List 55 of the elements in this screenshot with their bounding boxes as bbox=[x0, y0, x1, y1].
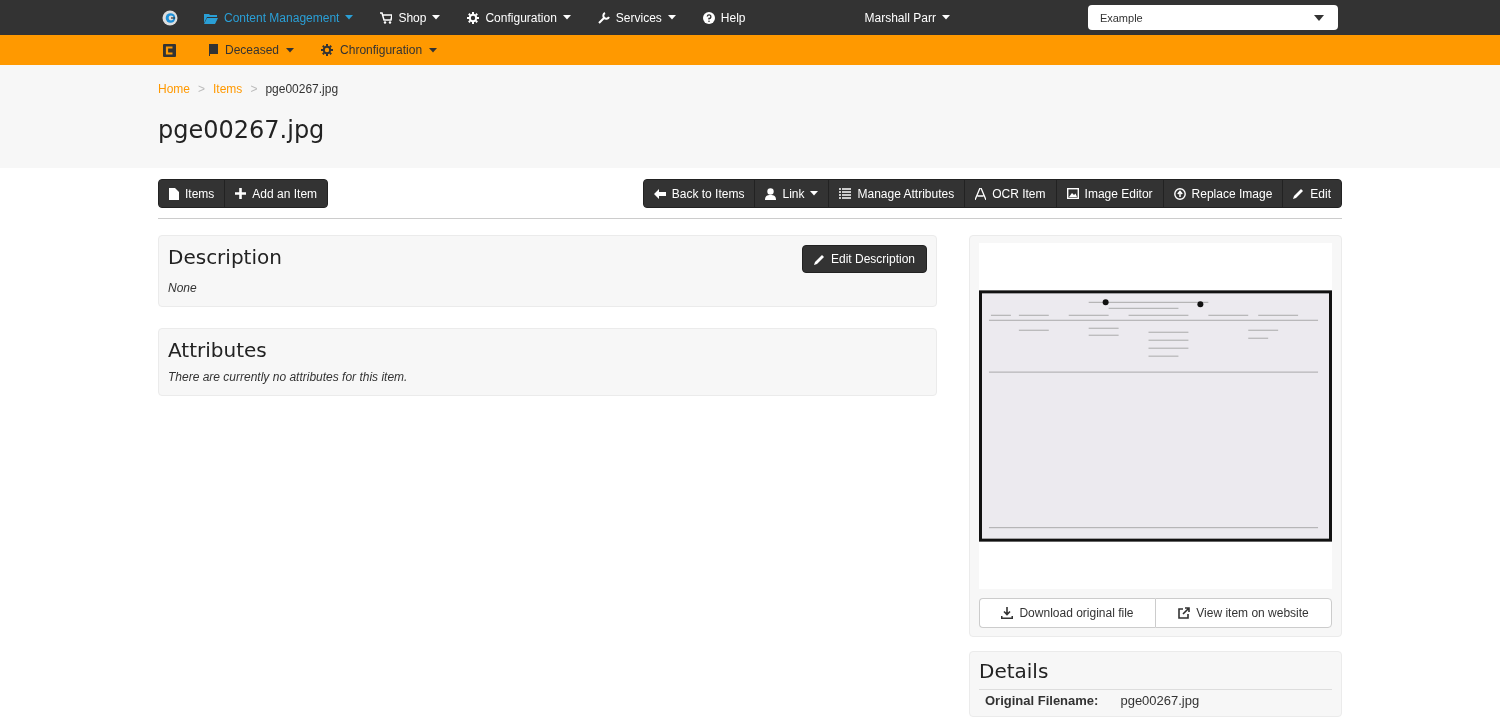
font-icon bbox=[975, 187, 987, 200]
edit-description-button[interactable]: Edit Description bbox=[801, 245, 927, 273]
toolbar-button[interactable]: Edit bbox=[1282, 180, 1341, 207]
page-title: pge00267.jpg bbox=[158, 116, 326, 144]
help-icon bbox=[702, 11, 715, 24]
pencil-icon bbox=[813, 253, 825, 265]
pencil-icon bbox=[1293, 188, 1305, 199]
gear-icon bbox=[321, 44, 334, 56]
external-link-icon bbox=[1178, 607, 1191, 619]
caret-icon bbox=[432, 15, 441, 20]
breadcrumb-current: pge00267.jpg bbox=[265, 82, 339, 96]
nav-menu-item[interactable]: Deceased bbox=[208, 43, 295, 57]
panel-title: Attributes bbox=[168, 338, 268, 362]
image-icon bbox=[1066, 188, 1079, 199]
folder-icon bbox=[204, 11, 218, 24]
nav-menu-item[interactable]: Configuration bbox=[467, 10, 571, 25]
preview-action-button[interactable]: Download original file bbox=[979, 598, 1155, 628]
wrench-icon bbox=[597, 11, 610, 24]
attributes-empty-text: There are currently no attributes for this item. bbox=[168, 370, 409, 384]
download-icon bbox=[1001, 607, 1014, 619]
caret-icon bbox=[941, 15, 950, 20]
panel-title: Details bbox=[979, 659, 1050, 683]
list-icon bbox=[839, 188, 852, 199]
book-icon bbox=[208, 44, 218, 56]
nav-menu-item[interactable]: Help bbox=[702, 10, 746, 25]
caret-icon bbox=[345, 15, 354, 20]
caret-icon bbox=[810, 191, 819, 196]
file-icon bbox=[169, 187, 179, 200]
breadcrumb-separator: > bbox=[250, 82, 258, 96]
upload-icon bbox=[1173, 187, 1186, 200]
user-menu[interactable]: Marshall Parr bbox=[864, 10, 950, 25]
caret-icon bbox=[1313, 14, 1324, 21]
caret-icon bbox=[429, 47, 438, 53]
description-text: None bbox=[168, 281, 198, 295]
site-select[interactable]: Example bbox=[1087, 5, 1338, 30]
arrow-left-icon bbox=[653, 188, 666, 199]
preview-action-button[interactable]: View item on website bbox=[1155, 598, 1332, 628]
cart-icon bbox=[380, 11, 393, 24]
user-icon bbox=[765, 187, 777, 200]
toolbar-button[interactable]: Add an Item bbox=[224, 180, 328, 207]
caret-icon bbox=[562, 15, 571, 20]
c-logo-icon[interactable] bbox=[163, 43, 176, 57]
caret-icon bbox=[286, 47, 295, 53]
nav-menu-item[interactable]: Chronfiguration bbox=[321, 43, 438, 57]
swirl-logo-icon[interactable] bbox=[162, 9, 178, 26]
caret-icon bbox=[667, 15, 676, 20]
breadcrumb-separator: > bbox=[198, 82, 206, 96]
nav-menu-item[interactable]: Shop bbox=[380, 10, 441, 25]
plus-icon bbox=[235, 188, 247, 199]
nav-menu-item[interactable]: Services bbox=[597, 10, 676, 25]
gear-icon bbox=[467, 11, 480, 24]
detail-label: Original Filename: bbox=[985, 693, 1099, 708]
detail-value: pge00267.jpg bbox=[1120, 693, 1200, 708]
panel-title: Description bbox=[168, 245, 282, 269]
nav-menu-item[interactable]: Content Management bbox=[204, 10, 354, 25]
